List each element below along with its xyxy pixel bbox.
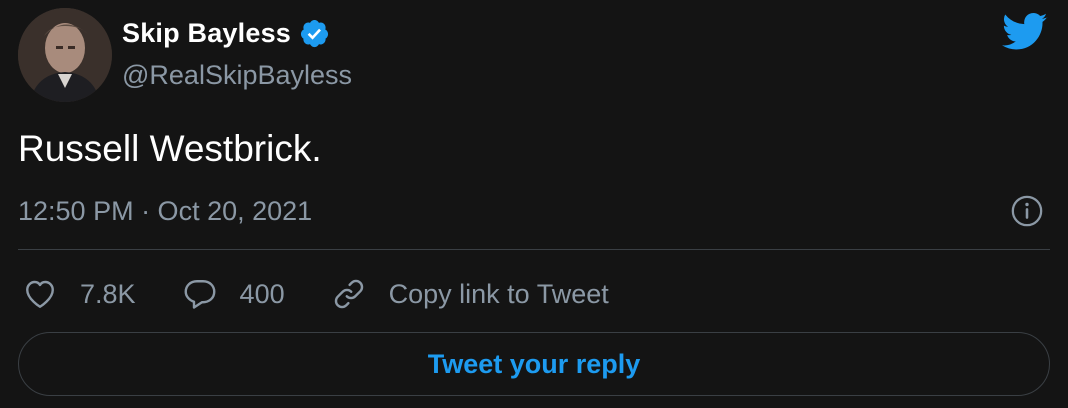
link-icon bbox=[334, 279, 363, 309]
twitter-bird-icon[interactable] bbox=[1002, 12, 1048, 52]
tweet-text: Russell Westbrick. bbox=[18, 128, 322, 169]
reply-count: 400 bbox=[239, 278, 285, 309]
name-row: Skip Bayless bbox=[122, 18, 330, 49]
tweet-timestamp[interactable]: 12:50 PM · Oct 20, 2021 bbox=[18, 196, 312, 227]
copy-link-button[interactable]: Copy link to Tweet bbox=[331, 276, 609, 312]
tweet-actions: 7.8K 400 Copy link to Tweet bbox=[22, 272, 655, 316]
info-icon[interactable] bbox=[1010, 194, 1044, 228]
like-button[interactable]: 7.8K bbox=[22, 276, 136, 312]
tweet-card: Skip Bayless @RealSkipBayless Russell We… bbox=[0, 0, 1068, 408]
user-handle[interactable]: @RealSkipBayless bbox=[122, 60, 352, 91]
reply-button-label: Tweet your reply bbox=[427, 348, 641, 379]
divider bbox=[18, 249, 1050, 250]
copy-link-label: Copy link to Tweet bbox=[388, 278, 609, 309]
tweet-your-reply-button[interactable]: Tweet your reply bbox=[18, 332, 1050, 396]
avatar-photo bbox=[18, 8, 112, 102]
speech-bubble-icon bbox=[184, 280, 215, 309]
reply-count-button[interactable]: 400 bbox=[182, 276, 285, 312]
like-count: 7.8K bbox=[80, 278, 136, 309]
heart-icon bbox=[26, 280, 54, 308]
verified-badge-icon bbox=[300, 19, 329, 48]
avatar[interactable] bbox=[18, 8, 112, 102]
display-name[interactable]: Skip Bayless bbox=[122, 18, 291, 49]
